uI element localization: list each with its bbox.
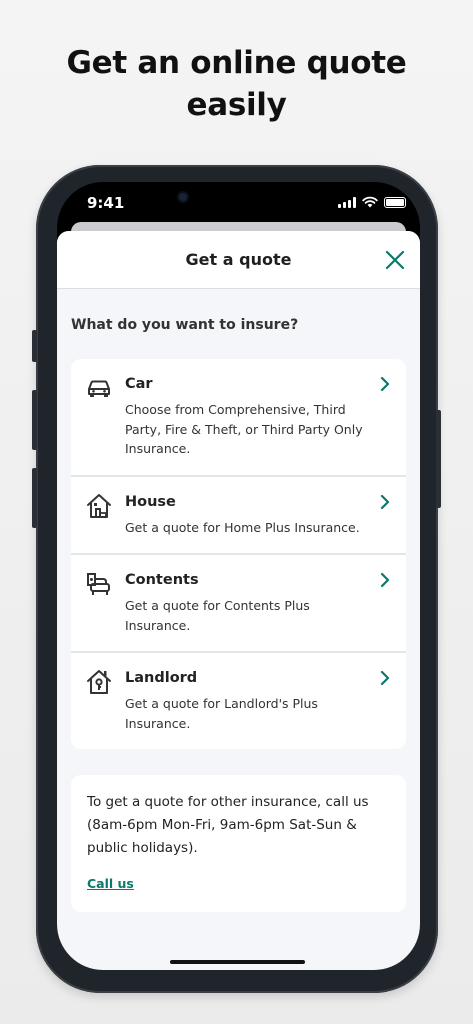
- option-contents-description: Get a quote for Contents Plus Insurance.: [125, 598, 310, 633]
- phone-volume-up: [32, 390, 37, 450]
- sheet-title: Get a quote: [185, 250, 292, 269]
- house-icon: [87, 493, 111, 518]
- car-icon: [88, 380, 110, 397]
- phone-screen: 9:41 Get a quote What do you want to ins…: [57, 182, 420, 970]
- close-button[interactable]: [382, 247, 408, 273]
- option-landlord-description: Get a quote for Landlord's Plus Insuranc…: [125, 696, 318, 731]
- home-indicator[interactable]: [170, 960, 305, 964]
- option-contents-title: Contents: [125, 572, 199, 588]
- option-car[interactable]: Car Choose from Comprehensive, Third Par…: [71, 359, 406, 477]
- quote-sheet: Get a quote What do you want to insure?: [57, 231, 420, 970]
- option-house-title: House: [125, 493, 176, 510]
- option-contents[interactable]: Contents Get a quote for Contents Plus I…: [71, 555, 406, 653]
- sheet-header: Get a quote: [57, 231, 420, 289]
- headline-line-2: easily: [186, 87, 287, 123]
- option-car-title: Car: [125, 376, 153, 392]
- option-landlord-title: Landlord: [125, 670, 198, 686]
- other-insurance-text: To get a quote for other insurance, call…: [87, 794, 369, 856]
- status-icons: [338, 196, 406, 208]
- phone-power-button: [436, 410, 441, 508]
- status-time: 9:41: [87, 194, 125, 212]
- status-bar: 9:41: [57, 192, 420, 216]
- chevron-right-icon: [380, 572, 390, 588]
- insurance-options-card: Car Choose from Comprehensive, Third Par…: [71, 359, 406, 749]
- landlord-icon: [87, 670, 111, 694]
- phone-volume-down: [32, 468, 37, 528]
- contents-icon: [87, 573, 110, 595]
- close-icon: [385, 250, 405, 270]
- chevron-right-icon: [380, 376, 390, 392]
- headline: Get an online quote easily: [0, 42, 473, 126]
- question-label: What do you want to insure?: [71, 317, 299, 333]
- chevron-right-icon: [380, 494, 390, 509]
- call-us-link[interactable]: Call us: [87, 876, 134, 891]
- option-house-description: Get a quote for Home Plus Insurance.: [125, 519, 360, 535]
- signal-icon: [338, 196, 356, 208]
- option-car-description: Choose from Comprehensive, Third Party, …: [125, 402, 363, 456]
- option-house[interactable]: House Get a quote for Home Plus Insuranc…: [71, 477, 406, 555]
- headline-line-1: Get an online quote: [66, 45, 407, 81]
- battery-icon: [384, 196, 406, 208]
- option-landlord[interactable]: Landlord Get a quote for Landlord's Plus…: [71, 653, 406, 749]
- other-insurance-info: To get a quote for other insurance, call…: [71, 775, 406, 912]
- wifi-icon: [362, 196, 378, 208]
- chevron-right-icon: [380, 670, 390, 686]
- phone-mute-switch: [32, 330, 37, 362]
